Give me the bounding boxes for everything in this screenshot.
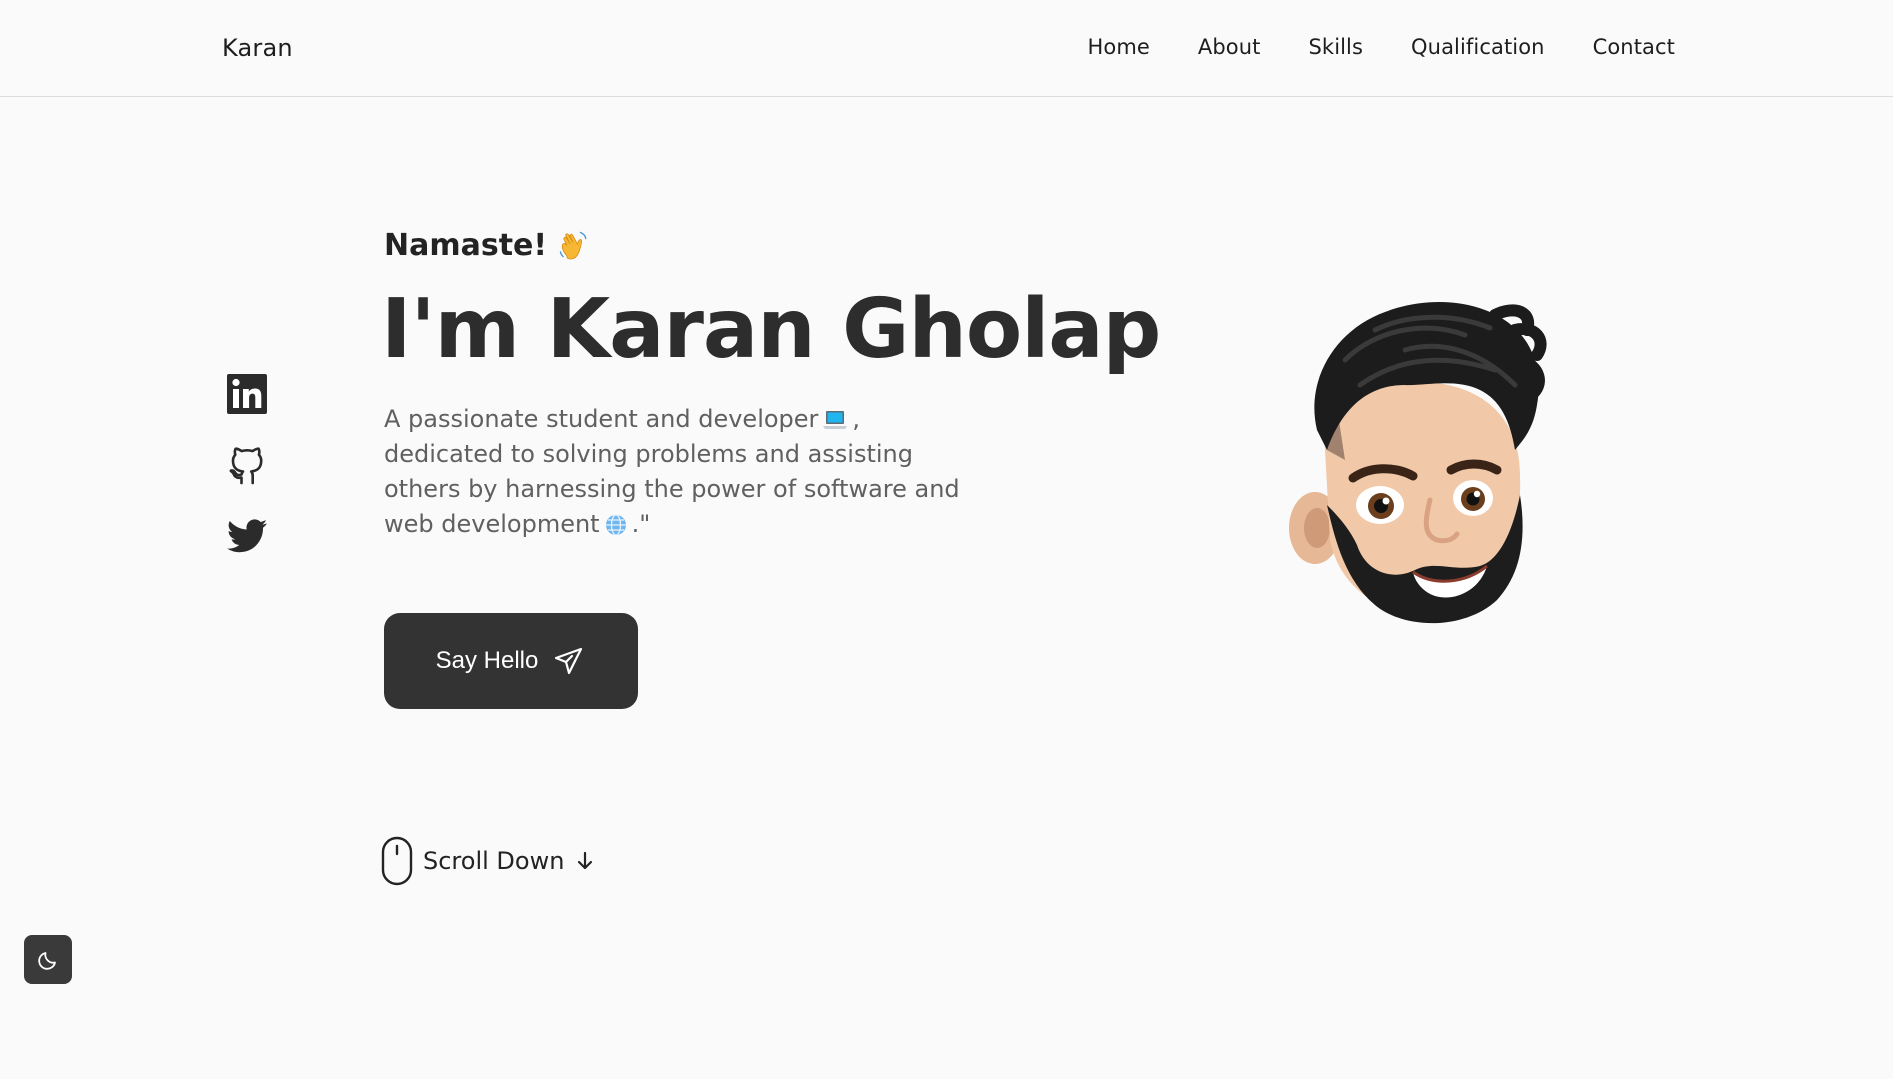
- send-icon: [555, 647, 583, 675]
- hero-description: A passionate student and developer, dedi…: [384, 402, 984, 542]
- main-nav: Home About Skills Qualification Contact: [1087, 35, 1675, 59]
- greeting-text: Namaste!: [384, 228, 548, 263]
- say-hello-label: Say Hello: [435, 647, 539, 674]
- say-hello-button[interactable]: Say Hello: [384, 613, 638, 709]
- mouse-icon: [381, 836, 413, 886]
- nav-qualification[interactable]: Qualification: [1411, 35, 1545, 59]
- github-link[interactable]: [225, 443, 269, 487]
- description-line-4: web development .": [384, 510, 651, 538]
- description-line-3: others by harnessing the power of softwa…: [384, 475, 960, 503]
- linkedin-icon: [227, 374, 267, 414]
- theme-toggle-button[interactable]: [24, 935, 72, 984]
- scroll-down-label: Scroll Down: [423, 847, 565, 875]
- social-links: [225, 372, 269, 585]
- moon-icon: [38, 951, 56, 970]
- waving-hand-icon: [559, 231, 587, 259]
- nav-home[interactable]: Home: [1087, 35, 1149, 59]
- hero-greeting: Namaste!: [384, 228, 589, 263]
- linkedin-link[interactable]: [225, 372, 269, 416]
- site-logo[interactable]: Karan: [222, 34, 293, 62]
- twitter-link[interactable]: [225, 514, 269, 558]
- twitter-icon: [227, 519, 267, 553]
- memoji-avatar: [1289, 301, 1547, 624]
- nav-about[interactable]: About: [1198, 35, 1261, 59]
- scroll-down-link[interactable]: Scroll Down: [381, 836, 596, 886]
- description-line-1: A passionate student and developer,: [384, 405, 861, 433]
- github-icon: [229, 447, 263, 485]
- globe-icon: [605, 514, 626, 536]
- arrow-down-icon: [578, 851, 593, 870]
- site-header: Karan Home About Skills Qualification Co…: [0, 0, 1893, 97]
- nav-skills[interactable]: Skills: [1309, 35, 1364, 59]
- laptop-icon: [823, 411, 848, 429]
- description-line-2: dedicated to solving problems and assist…: [384, 440, 913, 468]
- nav-contact[interactable]: Contact: [1593, 35, 1675, 59]
- hero-title: I'm Karan Gholap: [381, 282, 1161, 377]
